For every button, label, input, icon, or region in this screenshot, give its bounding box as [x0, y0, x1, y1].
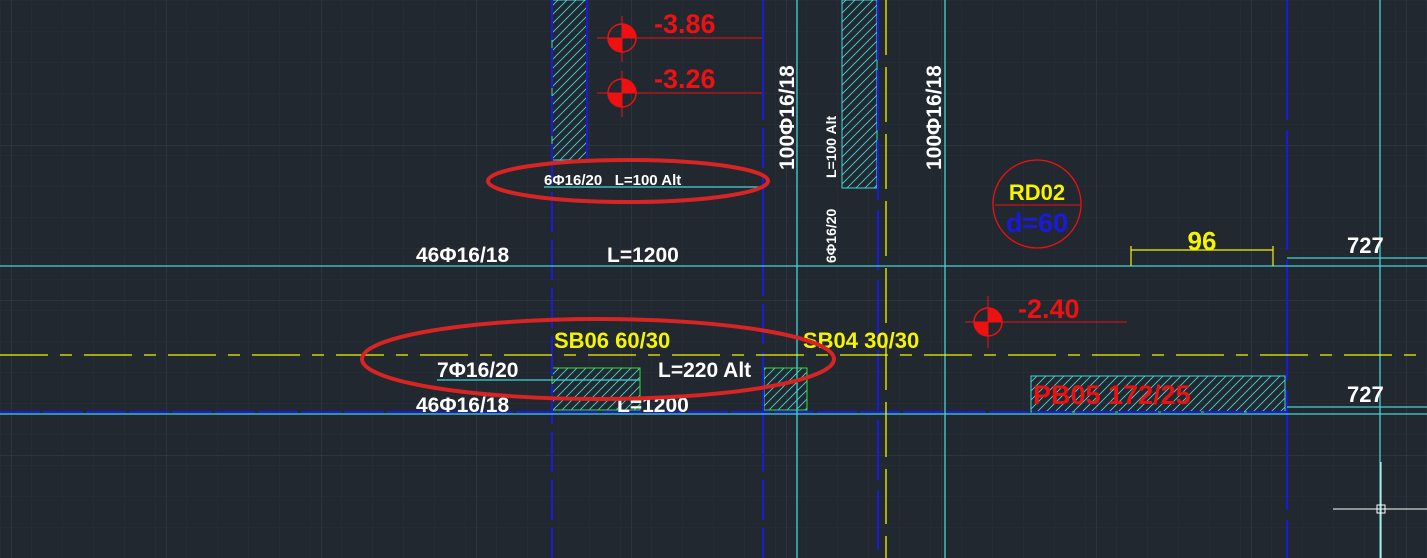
pile-diameter-text: d=60 — [1006, 208, 1068, 238]
wall-section-left[interactable] — [551, 0, 588, 161]
wall-section-center[interactable] — [841, 0, 878, 189]
elevation-text-3: -2.40 — [1018, 294, 1080, 324]
cad-drawing-canvas[interactable]: 96 -3.86 -3.26 -2.40 RD02 d=60 100Φ16/18… — [0, 0, 1427, 558]
rebar-label-row-upper-count: 46Φ16/18 — [416, 244, 509, 267]
beam-label-sb04: SB04 30/30 — [803, 328, 919, 353]
level-label-lower: 727 — [1347, 382, 1384, 407]
rebar-label-row-lower-count: 46Φ16/18 — [416, 394, 509, 417]
rebar-label-row-upper-length: L=1200 — [607, 244, 679, 267]
rebar-label-row-mid-count: 7Φ16/20 — [437, 359, 518, 382]
elevation-text-1: -3.86 — [654, 9, 716, 39]
level-label-upper: 727 — [1347, 233, 1384, 258]
vertical-rebar-label-left: 100Φ16/18 — [776, 65, 799, 170]
beam-label-sb06: SB06 60/30 — [554, 328, 670, 353]
vertical-rebar-count-label: 6Φ16/20 — [823, 208, 839, 263]
vertical-rebar-label-right: 100Φ16/18 — [923, 65, 946, 170]
beam-section-sb04[interactable] — [763, 367, 808, 411]
rebar-label-row-mid-length: L=220 Alt — [658, 359, 751, 382]
elevation-text-2: -3.26 — [654, 64, 716, 94]
vertical-rebar-length-label: L=100 Alt — [823, 116, 839, 178]
dimension-span-text: 96 — [1188, 226, 1217, 256]
rebar-label-circled-upper: 6Φ16/20 L=100 Alt — [544, 172, 681, 189]
pile-name-text: RD02 — [1009, 180, 1065, 205]
slab-label-pb05: PB05 172/25 — [1033, 380, 1191, 410]
